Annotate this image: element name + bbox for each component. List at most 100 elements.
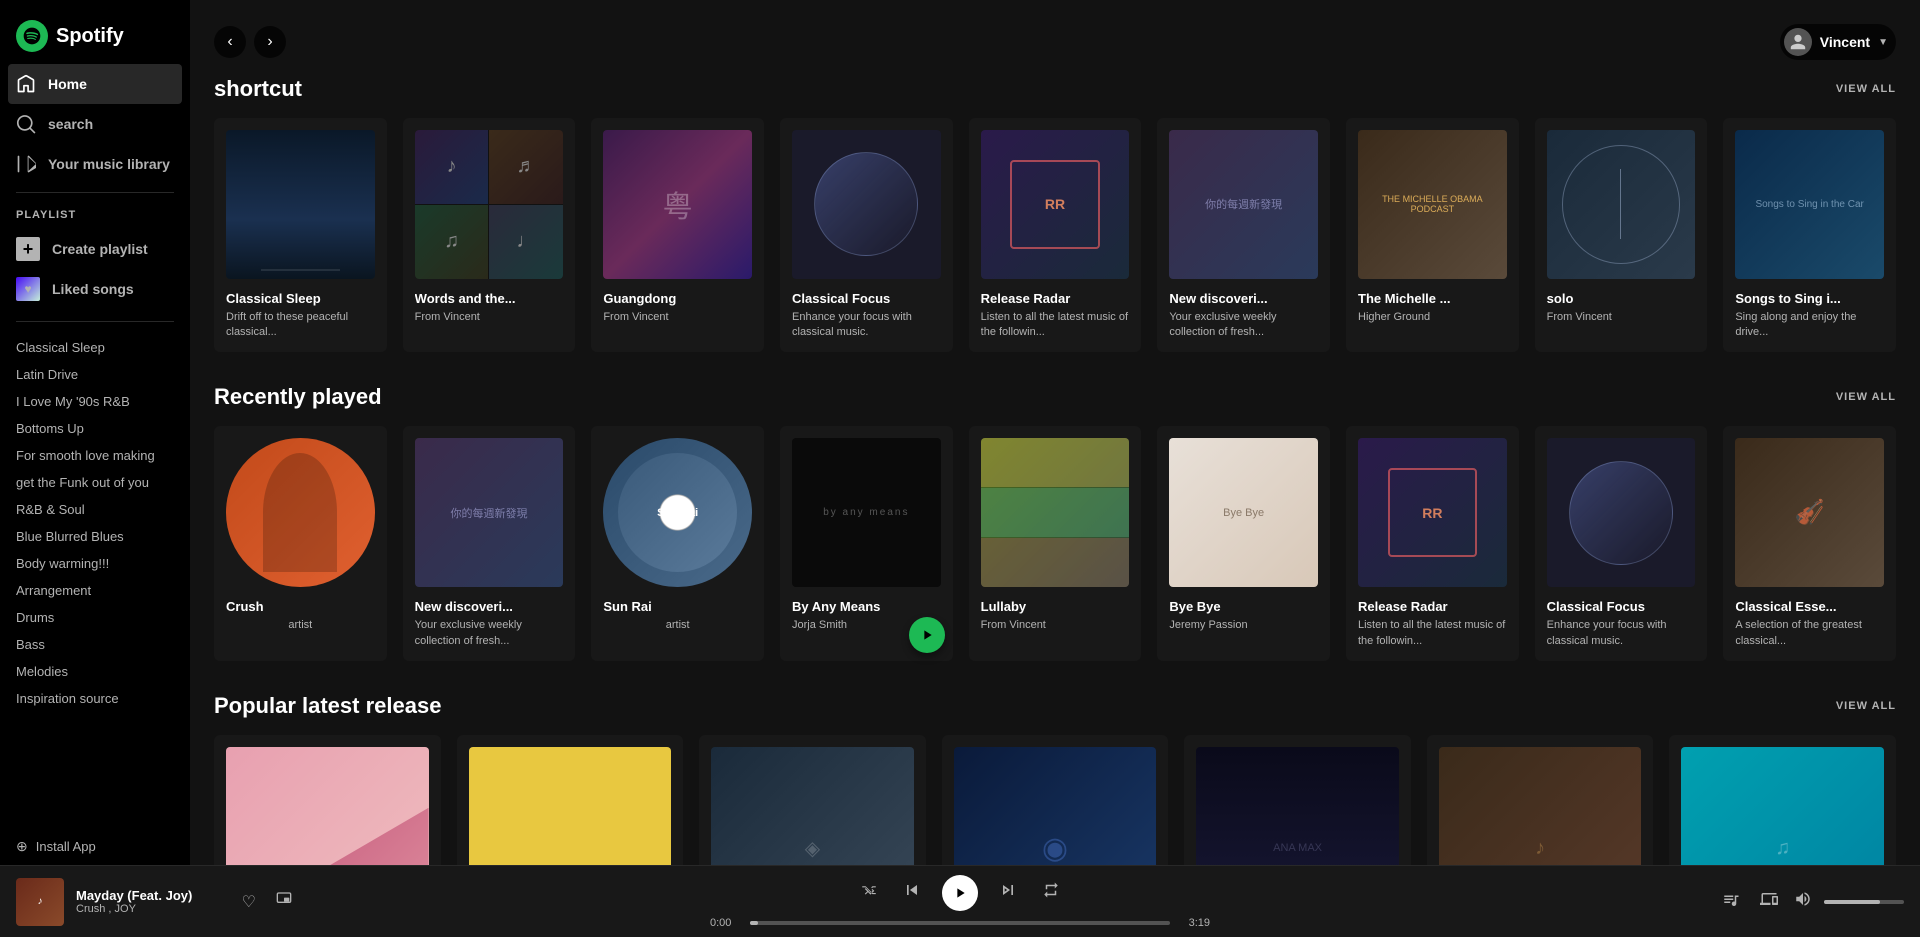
app-name: Spotify xyxy=(56,25,124,48)
play-button[interactable] xyxy=(909,617,945,653)
time-total: 3:19 xyxy=(1178,917,1210,929)
create-playlist-button[interactable]: + Create playlist xyxy=(8,229,182,269)
card-image: 粤 xyxy=(603,130,752,279)
sidebar-item-home[interactable]: Home xyxy=(8,64,182,104)
card-image xyxy=(792,130,941,279)
popular-release-card[interactable]: ◉ xyxy=(942,735,1169,865)
playlist-item[interactable]: Inspiration source xyxy=(8,685,182,712)
playlist-item[interactable]: Melodies xyxy=(8,658,182,685)
forward-button[interactable]: › xyxy=(254,26,286,58)
card-image: Sun Rai xyxy=(603,438,752,587)
card-title: solo xyxy=(1547,291,1696,306)
create-playlist-label: Create playlist xyxy=(52,241,148,257)
card-image xyxy=(1547,438,1696,587)
playlist-header: PLAYLIST xyxy=(0,201,190,225)
card-title: Bye Bye xyxy=(1169,599,1318,614)
playlist-item[interactable]: For smooth love making xyxy=(8,442,182,469)
popular-release-card[interactable]: ANA MAX xyxy=(1184,735,1411,865)
playlist-item[interactable]: Blue Blurred Blues xyxy=(8,523,182,550)
recently-played-card[interactable]: RR Release Radar Listen to all the lates… xyxy=(1346,426,1519,660)
now-playing-title: Mayday (Feat. Joy) xyxy=(76,888,226,903)
shortcut-card[interactable]: RR Release Radar Listen to all the lates… xyxy=(969,118,1142,352)
repeat-button[interactable] xyxy=(1038,877,1064,908)
card-image: RR xyxy=(1358,438,1507,587)
popular-release-card[interactable]: ♫ xyxy=(1669,735,1896,865)
heart-button[interactable]: ♡ xyxy=(238,888,260,916)
shortcut-card[interactable]: 你的每週新發現 New discoveri... Your exclusive … xyxy=(1157,118,1330,352)
playlist-actions: + Create playlist ♥ Liked songs xyxy=(0,225,190,313)
playlist-item[interactable]: Classical Sleep xyxy=(8,334,182,361)
main-content: ‹ › Vincent ▼ shortcut VIEW ALL Classica… xyxy=(190,0,1920,865)
progress-bar[interactable]: 0:00 3:19 xyxy=(710,917,1210,929)
shortcuts-view-all[interactable]: VIEW ALL xyxy=(1836,83,1896,95)
shortcut-card[interactable]: Classical Focus Enhance your focus with … xyxy=(780,118,953,352)
recently-played-card[interactable]: Sun Rai Sun Rai artist xyxy=(591,426,764,660)
recently-played-card[interactable]: Classical Focus Enhance your focus with … xyxy=(1535,426,1708,660)
playlist-item[interactable]: Body warming!!! xyxy=(8,550,182,577)
volume-icon xyxy=(1794,890,1812,913)
popular-release-card[interactable]: ◈ xyxy=(699,735,926,865)
playlist-item[interactable]: R&B & Soul xyxy=(8,496,182,523)
card-title: Lullaby xyxy=(981,599,1130,614)
card-image: 你的每週新發現 xyxy=(415,438,564,587)
divider xyxy=(16,192,174,193)
card-image: 你的每週新發現 xyxy=(1169,130,1318,279)
topbar: ‹ › Vincent ▼ xyxy=(214,20,1896,76)
card-title: Release Radar xyxy=(981,291,1130,306)
now-playing-text: Mayday (Feat. Joy) Crush , JOY xyxy=(76,888,226,915)
shuffle-button[interactable] xyxy=(856,877,882,908)
recently-played-view-all[interactable]: VIEW ALL xyxy=(1836,391,1896,403)
now-playing-bar: ♪ Mayday (Feat. Joy) Crush , JOY ♡ xyxy=(0,865,1920,937)
queue-button[interactable] xyxy=(1718,887,1744,916)
progress-track[interactable] xyxy=(750,921,1170,925)
shortcut-card[interactable]: Classical Sleep Drift off to these peace… xyxy=(214,118,387,352)
recently-played-card[interactable]: Bye Bye Bye Bye Jeremy Passion xyxy=(1157,426,1330,660)
user-menu[interactable]: Vincent ▼ xyxy=(1780,24,1896,60)
popular-release-card[interactable] xyxy=(457,735,684,865)
recently-played-card[interactable]: 你的每週新發現 New discoveri... Your exclusive … xyxy=(403,426,576,660)
search-icon xyxy=(16,114,36,134)
recently-played-card[interactable]: by any means By Any Means Jorja Smith xyxy=(780,426,953,660)
prev-button[interactable] xyxy=(898,876,926,909)
recently-played-card[interactable]: Lullaby From Vincent xyxy=(969,426,1142,660)
volume-fill xyxy=(1824,900,1880,904)
play-pause-button[interactable] xyxy=(942,875,978,911)
shortcut-card[interactable]: 粤 Guangdong From Vincent xyxy=(591,118,764,352)
card-image: ANA MAX xyxy=(1196,747,1399,865)
playlist-item[interactable]: I Love My '90s R&B xyxy=(8,388,182,415)
card-image: ◈ xyxy=(711,747,914,865)
next-button[interactable] xyxy=(994,876,1022,909)
playlist-item[interactable]: Bottoms Up xyxy=(8,415,182,442)
popular-latest-view-all[interactable]: VIEW ALL xyxy=(1836,700,1896,712)
recently-played-card[interactable]: 🎻 Classical Esse... A selection of the g… xyxy=(1723,426,1896,660)
card-image: ♪ ♬ ♫ ♩ xyxy=(415,130,564,279)
shortcut-card[interactable]: solo From Vincent xyxy=(1535,118,1708,352)
sidebar-item-library[interactable]: Your music library xyxy=(8,144,182,184)
install-app-button[interactable]: ⊕ Install App xyxy=(0,828,190,865)
shortcuts-title: shortcut xyxy=(214,76,302,102)
shortcut-card[interactable]: THE MICHELLE OBAMA PODCAST The Michelle … xyxy=(1346,118,1519,352)
playlist-item[interactable]: Latin Drive xyxy=(8,361,182,388)
liked-songs-button[interactable]: ♥ Liked songs xyxy=(8,269,182,309)
player-controls: 0:00 3:19 xyxy=(296,875,1624,929)
card-title: By Any Means xyxy=(792,599,941,614)
playlist-item[interactable]: Arrangement xyxy=(8,577,182,604)
popular-release-card[interactable] xyxy=(214,735,441,865)
card-image: Songs to Sing in the Car xyxy=(1735,130,1884,279)
playlist-item[interactable]: Drums xyxy=(8,604,182,631)
pip-button[interactable] xyxy=(272,887,296,916)
recently-played-card[interactable]: Crush artist xyxy=(214,426,387,660)
back-button[interactable]: ‹ xyxy=(214,26,246,58)
playlist-item[interactable]: get the Funk out of you xyxy=(8,469,182,496)
shortcut-card[interactable]: Songs to Sing in the Car Songs to Sing i… xyxy=(1723,118,1896,352)
logo[interactable]: Spotify xyxy=(0,0,190,64)
volume-slider[interactable] xyxy=(1824,900,1904,904)
now-playing-thumb: ♪ xyxy=(16,878,64,926)
sidebar-item-search[interactable]: search xyxy=(8,104,182,144)
shortcut-card[interactable]: ♪ ♬ ♫ ♩ Words and the... From Vincent xyxy=(403,118,576,352)
popular-release-card[interactable]: ♪ xyxy=(1427,735,1654,865)
card-title: New discoveri... xyxy=(415,599,564,614)
now-playing-actions: ♡ xyxy=(238,887,296,916)
playlist-item[interactable]: Bass xyxy=(8,631,182,658)
devices-button[interactable] xyxy=(1756,886,1782,917)
